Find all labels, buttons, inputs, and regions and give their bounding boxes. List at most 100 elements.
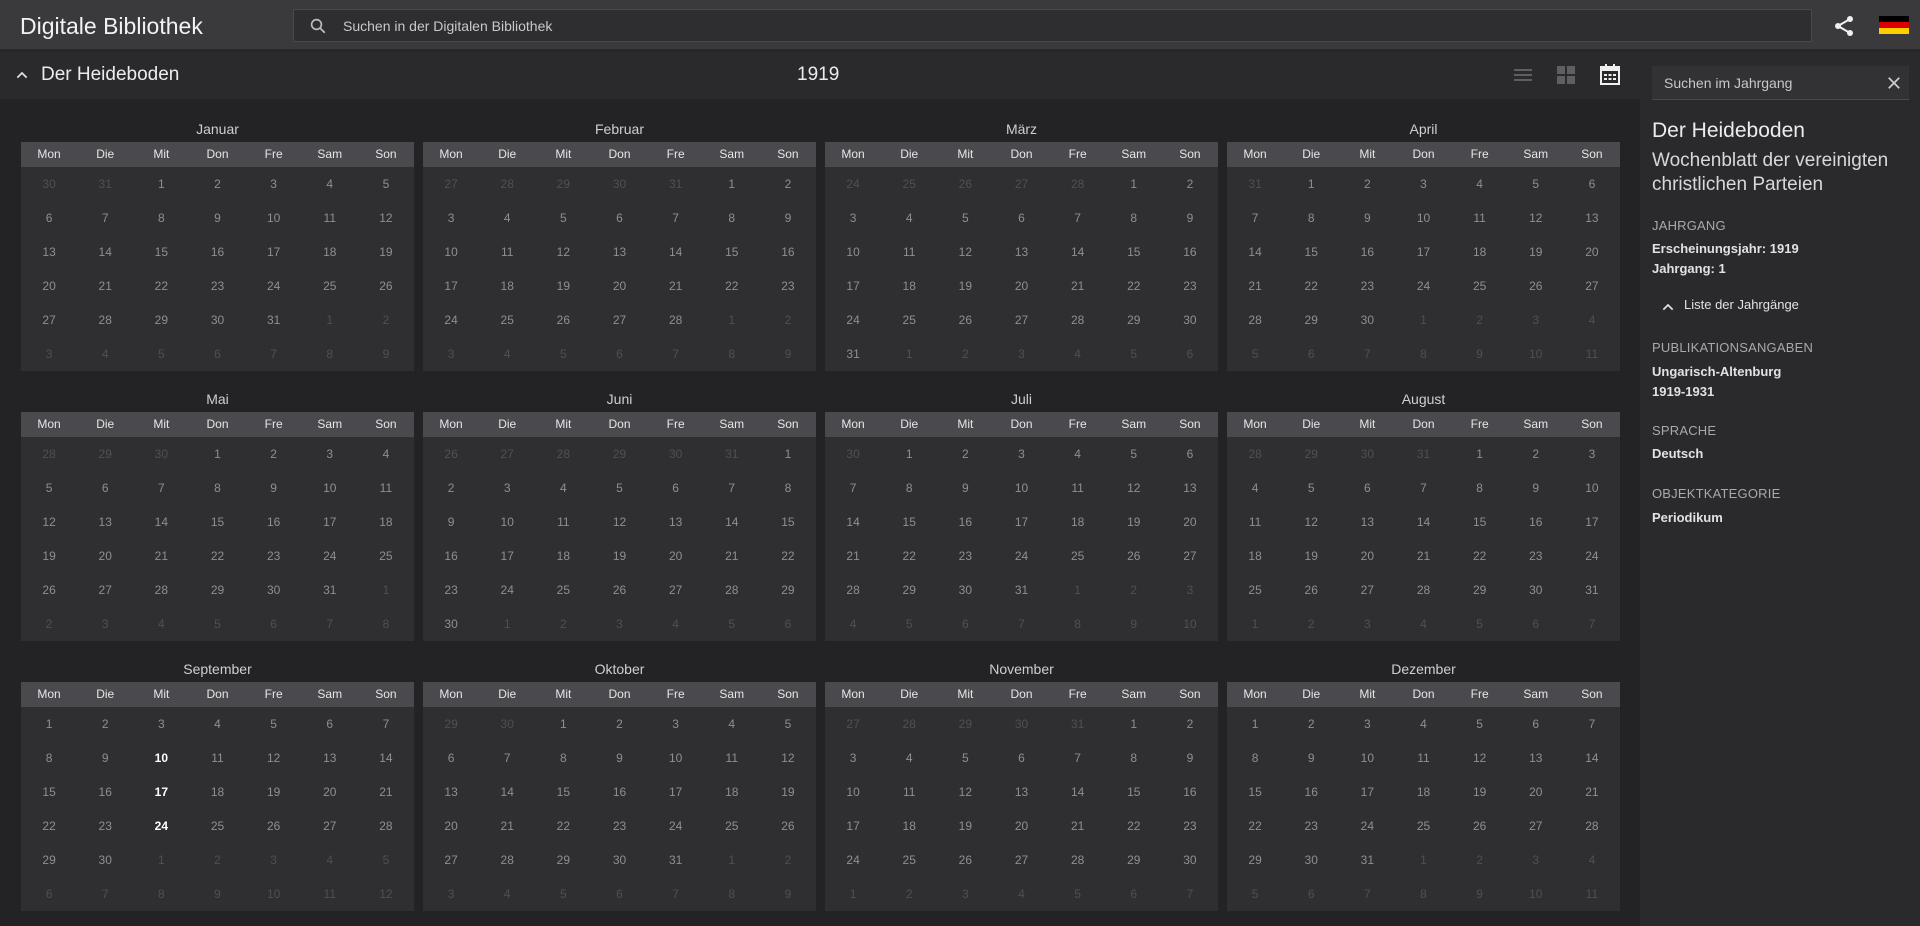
weekday-label: Sam [1523, 687, 1549, 701]
week-row: 29 30 1 2 3 4 5 [423, 707, 816, 741]
calendar-day: 20 [42, 279, 56, 293]
weekday-label: Don [1010, 687, 1033, 701]
calendar-day: 8 [728, 211, 736, 225]
calendar-day: 8 [326, 347, 334, 361]
weekday-label: Fre [666, 687, 685, 701]
sidebar-title: Der Heideboden [1652, 119, 1805, 142]
calendar-day: 10 [1183, 617, 1197, 631]
calendar-day: 5 [962, 211, 969, 225]
chevron-up-icon[interactable] [14, 67, 30, 83]
weekday-header: Mon Die Mit Don Fre Sam Son [423, 682, 816, 707]
global-search-input[interactable] [343, 10, 1793, 41]
calendar-day: 19 [1529, 245, 1543, 259]
month-name: März [1005, 121, 1038, 137]
list-view-button[interactable] [1511, 63, 1535, 87]
calendar-day: 3 [1018, 447, 1025, 461]
calendar-day: 29 [902, 583, 916, 597]
calendar-day: 19 [1127, 515, 1141, 529]
calendar-day: 4 [849, 617, 857, 631]
month-6: Juni Mon Die Mit Don Fre Sam Son 26 27 28 29 30 31 1 2 3… [423, 386, 816, 641]
journal-title[interactable]: Der Heideboden [41, 64, 179, 86]
calendar-day: 6 [1307, 347, 1315, 361]
calendar-day: 24 [500, 583, 514, 597]
calendar-day: 9 [784, 211, 792, 225]
week-row: 17 18 19 20 21 22 23 [825, 269, 1218, 303]
calendar-day: 18 [210, 785, 225, 799]
calendar-day: 4 [1251, 481, 1259, 495]
calendar-day: 21 [1070, 819, 1085, 833]
weekday-label: Sam [1121, 147, 1147, 161]
calendar-day: 10 [444, 245, 458, 259]
share-icon [1835, 16, 1853, 36]
issue-day[interactable]: 24 [133, 809, 189, 843]
calendar-day: 27 [668, 583, 683, 597]
month-name: Februar [594, 121, 645, 137]
calendar-day: 2 [1307, 717, 1315, 731]
german-flag-icon[interactable] [1879, 16, 1909, 34]
calendar-day: 2 [214, 853, 221, 867]
calendar-day: 5 [560, 211, 567, 225]
calendar-day: 1 [728, 177, 736, 191]
week-row: 8 9 10 11 12 13 14 [1227, 741, 1620, 775]
grid-view-button[interactable] [1554, 63, 1578, 87]
volume-search-box[interactable] [1652, 66, 1909, 100]
calendar-day: 9 [101, 751, 109, 765]
calendar-day: 15 [1472, 515, 1487, 529]
calendar-day: 1 [214, 447, 221, 461]
app-title[interactable]: Digitale Bibliothek [20, 13, 203, 40]
calendar-day: 11 [902, 785, 916, 799]
publikation-label: PUBLIKATIONSANGABEN [1652, 340, 1814, 355]
weekday-label: Son [1581, 417, 1603, 431]
calendar-day: 9 [447, 515, 455, 529]
weekday-label: Don [206, 147, 229, 161]
calendar-day: 23 [210, 279, 225, 293]
calendar-day: 19 [958, 279, 973, 293]
calendar-day: 27 [444, 177, 458, 191]
calendar-day: 31 [98, 177, 112, 191]
calendar-day: 4 [905, 211, 913, 225]
month-7: Juli Mon Die Mit Don Fre Sam Son 30 1 2 3 4 5 6 7 8 9 10 11… [825, 386, 1218, 641]
weekday-label: Die [96, 147, 115, 161]
calendar-day: 15 [1248, 785, 1262, 799]
week-row: 8 9 10 11 12 13 14 [21, 741, 414, 775]
calendar-day: 12 [1304, 515, 1318, 529]
issue-day[interactable]: 17 [133, 775, 189, 809]
calendar-day: 15 [1127, 785, 1141, 799]
calendar-day: 31 [668, 177, 683, 191]
calendar-day: 26 [1304, 583, 1318, 597]
calendar-view-button[interactable] [1598, 63, 1622, 87]
calendar-day: 15 [1304, 245, 1318, 259]
calendar-day: 2 [101, 717, 109, 731]
calendar-day: 21 [98, 279, 112, 293]
calendar-day: 28 [154, 583, 169, 597]
issue-day[interactable]: 10 [133, 741, 189, 775]
calendar-day: 16 [98, 785, 112, 799]
calendar-day: 11 [1585, 347, 1599, 361]
calendar-day: 8 [45, 751, 53, 765]
calendar-day: 9 [784, 887, 792, 901]
calendar-day: 25 [210, 819, 225, 833]
week-row: 28 29 30 1 2 3 4 [1227, 303, 1620, 337]
calendar-day: 22 [42, 819, 56, 833]
week-row: 3 4 5 6 7 8 9 [423, 201, 816, 235]
calendar-day: 31 [1248, 177, 1262, 191]
week-row: 24 25 26 27 28 1 2 [423, 303, 816, 337]
close-icon[interactable] [1885, 74, 1903, 92]
calendar-day: 12 [42, 515, 56, 529]
week-row: 3 4 5 6 7 8 9 [423, 337, 816, 371]
week-row: 26 27 28 29 30 31 1 [21, 573, 414, 607]
week-row: 17 18 19 20 21 22 23 [423, 269, 816, 303]
calendar-day: 23 [1183, 279, 1197, 293]
volume-search-input[interactable] [1652, 66, 1872, 99]
calendar-day: 6 [1018, 211, 1025, 225]
share-button[interactable] [1832, 14, 1856, 38]
calendar-day: 21 [846, 549, 860, 563]
global-search-box[interactable] [293, 9, 1812, 42]
weekday-label: Son [1581, 687, 1603, 701]
calendar-day: 5 [905, 617, 913, 631]
calendar-day: 31 [846, 347, 860, 361]
calendar-day: 13 [42, 245, 56, 259]
calendar-day: 28 [1070, 313, 1085, 327]
calendar-day: 7 [1251, 211, 1259, 225]
calendar-day: 20 [1014, 819, 1029, 833]
